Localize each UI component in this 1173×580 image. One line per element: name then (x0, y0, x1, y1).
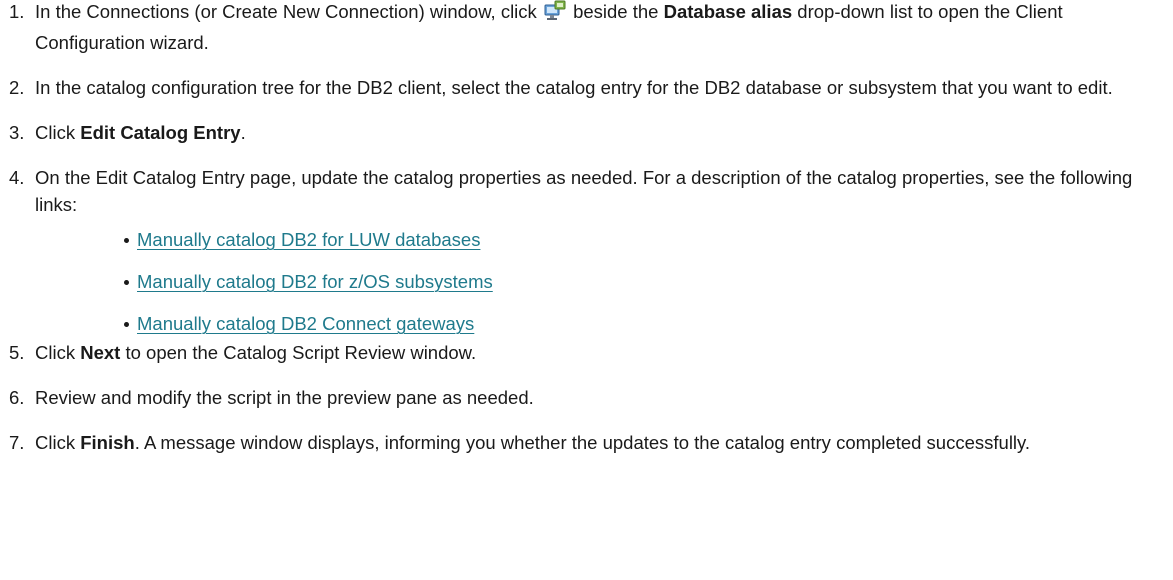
step-5: 5. Click Next to open the Catalog Script… (9, 339, 1161, 366)
step-text: Review and modify the script in the prev… (35, 387, 534, 408)
client-configuration-icon[interactable] (544, 0, 566, 29)
step-text: Click Finish. A message window displays,… (35, 429, 1161, 456)
procedure-document: 1. In the Connections (or Create New Con… (0, 0, 1173, 456)
step-text-pre: Click (35, 432, 76, 453)
step-text-pre: Click (35, 342, 76, 363)
step-text-post: to open the Catalog Script Review window… (125, 342, 477, 363)
step-number: 6. (9, 387, 25, 408)
step-text: Click Edit Catalog Entry. (35, 119, 1161, 146)
catalog-links-list: Manually catalog DB2 for LUW databases M… (0, 226, 1173, 337)
step-number: 4. (9, 167, 25, 188)
step-text-pre: Click (35, 122, 76, 143)
step-number: 2. (9, 77, 25, 98)
step-text: Click Next to open the Catalog Script Re… (35, 339, 1161, 366)
next-label: Next (80, 342, 121, 363)
step-number: 7. (9, 432, 25, 453)
step-text-pre: In the Connections (or Create New Connec… (35, 1, 537, 22)
link-catalog-zos[interactable]: Manually catalog DB2 for z/OS subsystems (137, 271, 493, 292)
step-text: On the Edit Catalog Entry page, update t… (35, 167, 1133, 215)
step-text-block: On the Edit Catalog Entry page, update t… (35, 164, 1161, 218)
list-item: Manually catalog DB2 for z/OS subsystems (124, 268, 1173, 295)
step-number: 5. (9, 342, 25, 363)
list-item: Manually catalog DB2 for LUW databases (124, 226, 1173, 253)
bullet-icon (124, 322, 129, 327)
step-3: 3. Click Edit Catalog Entry. (9, 119, 1161, 146)
step-2: 2. In the catalog configuration tree for… (9, 74, 1161, 101)
step-text-mid: beside the (573, 1, 659, 22)
step-text: In the catalog configuration tree for th… (35, 77, 1113, 98)
link-catalog-luw[interactable]: Manually catalog DB2 for LUW databases (137, 229, 480, 250)
step-6: 6. Review and modify the script in the p… (9, 384, 1161, 411)
database-alias-label: Database alias (663, 1, 793, 22)
step-number: 3. (9, 122, 25, 143)
step-text-post: . A message window displays, informing y… (134, 432, 1031, 453)
step-1: 1. In the Connections (or Create New Con… (9, 0, 1161, 56)
step-4: 4. On the Edit Catalog Entry page, updat… (9, 164, 1161, 218)
bullet-icon (124, 280, 129, 285)
step-7: 7. Click Finish. A message window displa… (9, 429, 1161, 456)
list-item: Manually catalog DB2 Connect gateways (124, 310, 1173, 337)
finish-label: Finish (80, 432, 135, 453)
step-text-post: . (240, 122, 246, 143)
bullet-icon (124, 238, 129, 243)
step-text: In the Connections (or Create New Connec… (35, 0, 1161, 56)
link-catalog-connect[interactable]: Manually catalog DB2 Connect gateways (137, 313, 474, 334)
edit-catalog-entry-label: Edit Catalog Entry (80, 122, 241, 143)
step-number: 1. (9, 1, 25, 22)
